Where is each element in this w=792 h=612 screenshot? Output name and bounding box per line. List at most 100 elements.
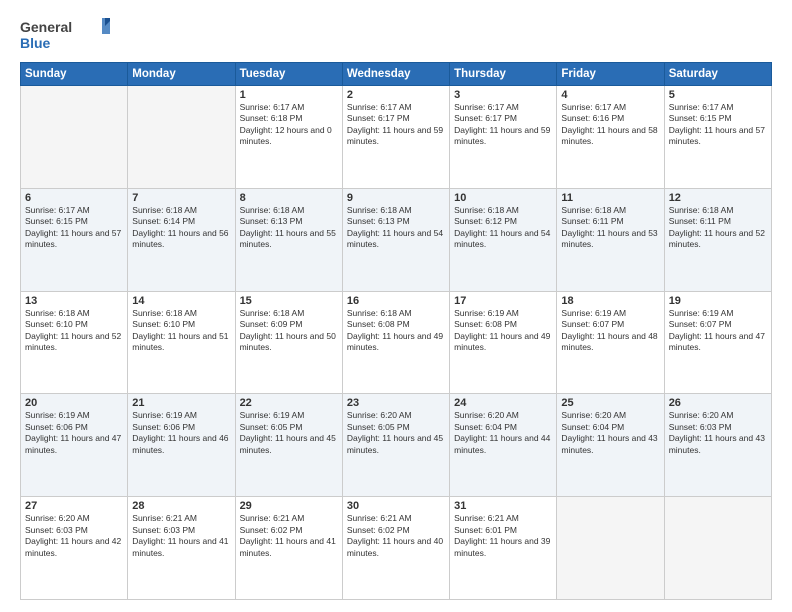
day-info: Sunrise: 6:18 AMSunset: 6:12 PMDaylight:… (454, 205, 552, 251)
day-info: Sunrise: 6:21 AMSunset: 6:01 PMDaylight:… (454, 513, 552, 559)
weekday-header: Friday (557, 63, 664, 86)
calendar-cell: 1Sunrise: 6:17 AMSunset: 6:18 PMDaylight… (235, 86, 342, 189)
calendar-cell: 11Sunrise: 6:18 AMSunset: 6:11 PMDayligh… (557, 188, 664, 291)
day-number: 3 (454, 89, 552, 101)
svg-text:Blue: Blue (20, 35, 51, 51)
calendar-cell: 28Sunrise: 6:21 AMSunset: 6:03 PMDayligh… (128, 497, 235, 600)
day-number: 4 (561, 89, 659, 101)
day-number: 20 (25, 397, 123, 409)
day-info: Sunrise: 6:18 AMSunset: 6:10 PMDaylight:… (25, 308, 123, 354)
day-info: Sunrise: 6:19 AMSunset: 6:07 PMDaylight:… (669, 308, 767, 354)
calendar-cell: 15Sunrise: 6:18 AMSunset: 6:09 PMDayligh… (235, 291, 342, 394)
day-number: 21 (132, 397, 230, 409)
weekday-header: Monday (128, 63, 235, 86)
calendar-cell: 14Sunrise: 6:18 AMSunset: 6:10 PMDayligh… (128, 291, 235, 394)
day-number: 6 (25, 192, 123, 204)
weekday-header: Tuesday (235, 63, 342, 86)
calendar-cell (128, 86, 235, 189)
header: General Blue (20, 16, 772, 54)
calendar-cell: 10Sunrise: 6:18 AMSunset: 6:12 PMDayligh… (450, 188, 557, 291)
day-number: 26 (669, 397, 767, 409)
day-number: 19 (669, 295, 767, 307)
day-info: Sunrise: 6:18 AMSunset: 6:11 PMDaylight:… (561, 205, 659, 251)
calendar-cell: 6Sunrise: 6:17 AMSunset: 6:15 PMDaylight… (21, 188, 128, 291)
calendar-cell (557, 497, 664, 600)
calendar-cell: 27Sunrise: 6:20 AMSunset: 6:03 PMDayligh… (21, 497, 128, 600)
day-number: 18 (561, 295, 659, 307)
day-info: Sunrise: 6:17 AMSunset: 6:16 PMDaylight:… (561, 102, 659, 148)
logo-svg: General Blue (20, 16, 110, 54)
calendar-cell (21, 86, 128, 189)
calendar-cell: 21Sunrise: 6:19 AMSunset: 6:06 PMDayligh… (128, 394, 235, 497)
calendar-cell: 29Sunrise: 6:21 AMSunset: 6:02 PMDayligh… (235, 497, 342, 600)
calendar-cell: 16Sunrise: 6:18 AMSunset: 6:08 PMDayligh… (342, 291, 449, 394)
day-info: Sunrise: 6:17 AMSunset: 6:17 PMDaylight:… (347, 102, 445, 148)
calendar-cell: 30Sunrise: 6:21 AMSunset: 6:02 PMDayligh… (342, 497, 449, 600)
day-number: 15 (240, 295, 338, 307)
day-number: 14 (132, 295, 230, 307)
calendar-cell: 12Sunrise: 6:18 AMSunset: 6:11 PMDayligh… (664, 188, 771, 291)
calendar-cell: 20Sunrise: 6:19 AMSunset: 6:06 PMDayligh… (21, 394, 128, 497)
calendar-cell: 17Sunrise: 6:19 AMSunset: 6:08 PMDayligh… (450, 291, 557, 394)
calendar-cell: 5Sunrise: 6:17 AMSunset: 6:15 PMDaylight… (664, 86, 771, 189)
day-info: Sunrise: 6:19 AMSunset: 6:06 PMDaylight:… (25, 410, 123, 456)
calendar-cell: 19Sunrise: 6:19 AMSunset: 6:07 PMDayligh… (664, 291, 771, 394)
calendar-cell: 9Sunrise: 6:18 AMSunset: 6:13 PMDaylight… (342, 188, 449, 291)
day-number: 22 (240, 397, 338, 409)
day-number: 10 (454, 192, 552, 204)
day-info: Sunrise: 6:19 AMSunset: 6:05 PMDaylight:… (240, 410, 338, 456)
day-number: 28 (132, 500, 230, 512)
day-number: 25 (561, 397, 659, 409)
day-info: Sunrise: 6:17 AMSunset: 6:15 PMDaylight:… (669, 102, 767, 148)
day-info: Sunrise: 6:17 AMSunset: 6:18 PMDaylight:… (240, 102, 338, 148)
weekday-header: Thursday (450, 63, 557, 86)
calendar-cell: 3Sunrise: 6:17 AMSunset: 6:17 PMDaylight… (450, 86, 557, 189)
calendar-cell: 26Sunrise: 6:20 AMSunset: 6:03 PMDayligh… (664, 394, 771, 497)
calendar-cell: 22Sunrise: 6:19 AMSunset: 6:05 PMDayligh… (235, 394, 342, 497)
day-number: 31 (454, 500, 552, 512)
calendar-cell: 18Sunrise: 6:19 AMSunset: 6:07 PMDayligh… (557, 291, 664, 394)
day-info: Sunrise: 6:20 AMSunset: 6:04 PMDaylight:… (561, 410, 659, 456)
day-number: 13 (25, 295, 123, 307)
day-info: Sunrise: 6:18 AMSunset: 6:08 PMDaylight:… (347, 308, 445, 354)
day-number: 30 (347, 500, 445, 512)
day-info: Sunrise: 6:21 AMSunset: 6:02 PMDaylight:… (240, 513, 338, 559)
svg-text:General: General (20, 19, 72, 35)
calendar-cell: 4Sunrise: 6:17 AMSunset: 6:16 PMDaylight… (557, 86, 664, 189)
day-info: Sunrise: 6:18 AMSunset: 6:13 PMDaylight:… (240, 205, 338, 251)
day-info: Sunrise: 6:19 AMSunset: 6:06 PMDaylight:… (132, 410, 230, 456)
calendar-cell: 25Sunrise: 6:20 AMSunset: 6:04 PMDayligh… (557, 394, 664, 497)
day-number: 7 (132, 192, 230, 204)
day-number: 5 (669, 89, 767, 101)
day-info: Sunrise: 6:18 AMSunset: 6:10 PMDaylight:… (132, 308, 230, 354)
day-info: Sunrise: 6:17 AMSunset: 6:17 PMDaylight:… (454, 102, 552, 148)
day-number: 1 (240, 89, 338, 101)
page: General Blue SundayMondayTuesdayWednesda… (0, 0, 792, 612)
day-info: Sunrise: 6:18 AMSunset: 6:09 PMDaylight:… (240, 308, 338, 354)
calendar-cell: 8Sunrise: 6:18 AMSunset: 6:13 PMDaylight… (235, 188, 342, 291)
weekday-header: Wednesday (342, 63, 449, 86)
weekday-header: Sunday (21, 63, 128, 86)
day-info: Sunrise: 6:20 AMSunset: 6:03 PMDaylight:… (25, 513, 123, 559)
day-info: Sunrise: 6:18 AMSunset: 6:13 PMDaylight:… (347, 205, 445, 251)
day-number: 29 (240, 500, 338, 512)
day-info: Sunrise: 6:18 AMSunset: 6:14 PMDaylight:… (132, 205, 230, 251)
weekday-header: Saturday (664, 63, 771, 86)
day-info: Sunrise: 6:21 AMSunset: 6:02 PMDaylight:… (347, 513, 445, 559)
day-number: 24 (454, 397, 552, 409)
day-info: Sunrise: 6:18 AMSunset: 6:11 PMDaylight:… (669, 205, 767, 251)
day-number: 23 (347, 397, 445, 409)
logo: General Blue (20, 16, 110, 54)
day-number: 2 (347, 89, 445, 101)
day-number: 11 (561, 192, 659, 204)
day-info: Sunrise: 6:19 AMSunset: 6:08 PMDaylight:… (454, 308, 552, 354)
day-number: 12 (669, 192, 767, 204)
calendar-cell (664, 497, 771, 600)
day-number: 9 (347, 192, 445, 204)
day-info: Sunrise: 6:20 AMSunset: 6:03 PMDaylight:… (669, 410, 767, 456)
day-number: 17 (454, 295, 552, 307)
calendar-cell: 13Sunrise: 6:18 AMSunset: 6:10 PMDayligh… (21, 291, 128, 394)
day-info: Sunrise: 6:17 AMSunset: 6:15 PMDaylight:… (25, 205, 123, 251)
calendar-cell: 31Sunrise: 6:21 AMSunset: 6:01 PMDayligh… (450, 497, 557, 600)
day-number: 27 (25, 500, 123, 512)
